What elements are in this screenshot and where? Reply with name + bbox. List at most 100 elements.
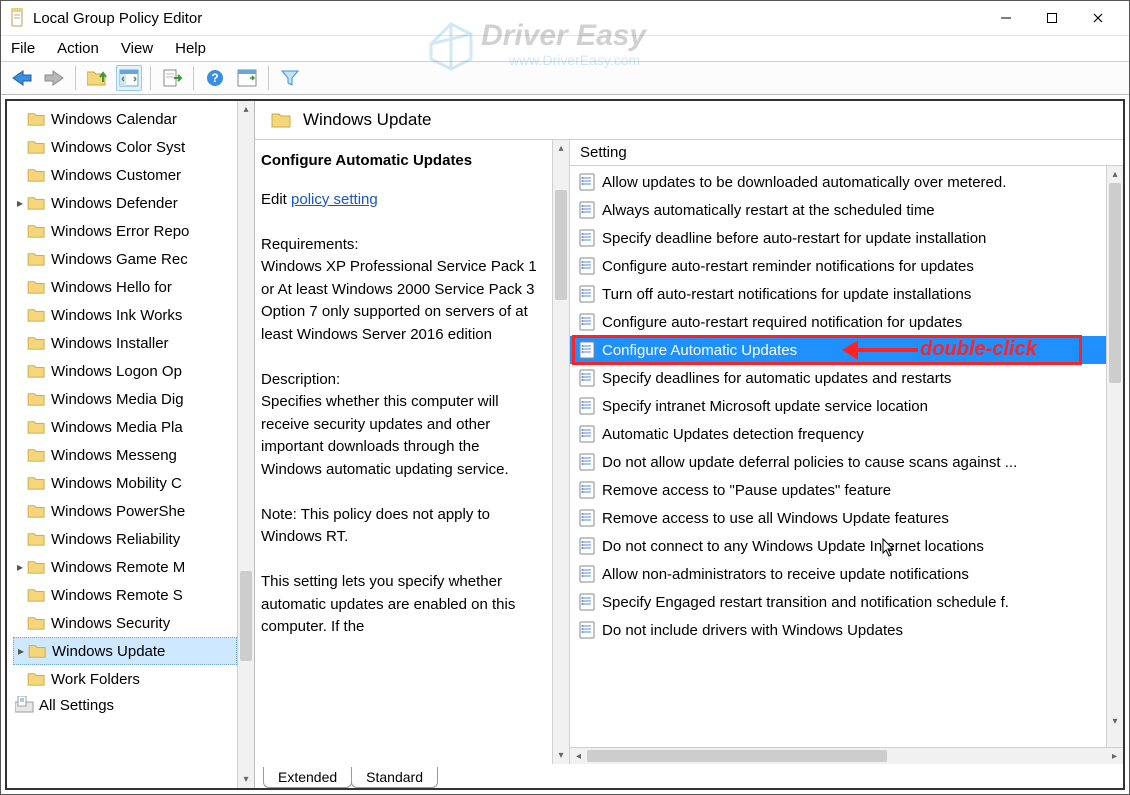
tab-standard[interactable]: Standard [351, 767, 438, 788]
tab-extended[interactable]: Extended [263, 767, 352, 788]
folder-icon [27, 531, 47, 547]
setting-item[interactable]: Remove access to use all Windows Update … [570, 504, 1106, 532]
setting-item[interactable]: Allow non-administrators to receive upda… [570, 560, 1106, 588]
all-settings[interactable]: All Settings [13, 693, 237, 717]
tree-item[interactable]: Windows Error Repo [13, 217, 237, 245]
policy-icon [578, 453, 596, 471]
setting-item[interactable]: Do not allow update deferral policies to… [570, 448, 1106, 476]
folder-icon [27, 111, 47, 127]
close-button[interactable] [1075, 3, 1121, 33]
settings-list[interactable]: Allow updates to be downloaded automatic… [570, 166, 1106, 747]
scroll-down-icon[interactable]: ▾ [238, 771, 254, 788]
back-button[interactable] [9, 65, 35, 91]
tree-item-label: Windows Remote M [51, 560, 185, 575]
tree-item[interactable]: Work Folders [13, 665, 237, 693]
tree-item[interactable]: Windows Media Dig [13, 385, 237, 413]
folder-tree[interactable]: Windows CalendarWindows Color SystWindow… [7, 101, 237, 788]
scroll-up-icon[interactable]: ▴ [238, 101, 254, 118]
scroll-thumb[interactable] [555, 190, 567, 300]
chevron-right-icon[interactable]: ▸ [13, 197, 27, 209]
setting-item[interactable]: Automatic Updates detection frequency [570, 420, 1106, 448]
tree-item[interactable]: Windows Installer [13, 329, 237, 357]
setting-item[interactable]: Turn off auto-restart notifications for … [570, 280, 1106, 308]
menu-action[interactable]: Action [57, 40, 99, 57]
forward-button[interactable] [41, 65, 67, 91]
settings-hscrollbar[interactable]: ◂ ▸ [570, 747, 1123, 764]
scroll-thumb[interactable] [587, 750, 887, 762]
setting-item[interactable]: Specify Engaged restart transition and n… [570, 588, 1106, 616]
filter-button[interactable] [277, 65, 303, 91]
settings-header[interactable]: Setting [570, 140, 1123, 166]
tree-item[interactable]: Windows Messeng [13, 441, 237, 469]
setting-item[interactable]: Allow updates to be downloaded automatic… [570, 168, 1106, 196]
tree-item-label: Work Folders [51, 672, 140, 687]
scroll-thumb[interactable] [1109, 183, 1121, 383]
tree-item[interactable]: Windows Remote S [13, 581, 237, 609]
setting-item[interactable]: Configure auto-restart required notifica… [570, 308, 1106, 336]
menu-file[interactable]: File [11, 40, 35, 57]
tree-item[interactable]: Windows Game Rec [13, 245, 237, 273]
setting-item[interactable]: Specify deadlines for automatic updates … [570, 364, 1106, 392]
setting-label: Specify intranet Microsoft update servic… [602, 398, 928, 415]
menu-view[interactable]: View [121, 40, 153, 57]
tree-item[interactable]: Windows Security [13, 609, 237, 637]
scroll-up-icon[interactable]: ▴ [1107, 166, 1123, 183]
policy-icon [578, 229, 596, 247]
up-button[interactable] [84, 65, 110, 91]
tree-item[interactable]: ▸Windows Update [13, 637, 237, 665]
folder-icon [27, 587, 47, 603]
maximize-button[interactable] [1029, 3, 1075, 33]
tree-item[interactable]: Windows PowerShe [13, 497, 237, 525]
tree-item[interactable]: Windows Customer [13, 161, 237, 189]
policy-icon [578, 509, 596, 527]
description-scrollbar[interactable]: ▴ ▾ [552, 140, 569, 764]
setting-label: Allow updates to be downloaded automatic… [602, 174, 1006, 191]
setting-item[interactable]: Remove access to "Pause updates" feature [570, 476, 1106, 504]
tree-scrollbar[interactable]: ▴ ▾ [237, 101, 254, 788]
tree-item[interactable]: Windows Hello for [13, 273, 237, 301]
scroll-down-icon[interactable]: ▾ [1107, 713, 1123, 730]
folder-icon [27, 363, 47, 379]
tree-item[interactable]: Windows Reliability [13, 525, 237, 553]
setting-item[interactable]: Specify intranet Microsoft update servic… [570, 392, 1106, 420]
setting-item[interactable]: Do not connect to any Windows Update Int… [570, 532, 1106, 560]
minimize-button[interactable] [983, 3, 1029, 33]
properties-button[interactable] [234, 65, 260, 91]
tree-item[interactable]: Windows Media Pla [13, 413, 237, 441]
tree-item-label: Windows Hello for [51, 280, 172, 295]
all-settings-icon [15, 696, 35, 714]
setting-item[interactable]: Configure auto-restart reminder notifica… [570, 252, 1106, 280]
chevron-right-icon[interactable]: ▸ [14, 645, 28, 657]
setting-item[interactable]: Specify deadline before auto-restart for… [570, 224, 1106, 252]
policy-icon [578, 481, 596, 499]
titlebar[interactable]: Local Group Policy Editor [1, 1, 1129, 35]
policy-title: Configure Automatic Updates [261, 150, 538, 173]
show-hide-tree-button[interactable] [116, 65, 142, 91]
chevron-right-icon[interactable]: ▸ [13, 561, 27, 573]
tree-item[interactable]: Windows Color Syst [13, 133, 237, 161]
tree-item[interactable]: Windows Ink Works [13, 301, 237, 329]
tree-item[interactable]: Windows Mobility C [13, 469, 237, 497]
setting-item[interactable]: Configure Automatic Updates [570, 336, 1106, 364]
setting-item[interactable]: Do not include drivers with Windows Upda… [570, 616, 1106, 644]
window-title: Local Group Policy Editor [33, 10, 983, 27]
setting-item[interactable]: Always automatically restart at the sche… [570, 196, 1106, 224]
scroll-down-icon[interactable]: ▾ [553, 747, 569, 764]
scroll-right-icon[interactable]: ▸ [1106, 751, 1123, 762]
edit-policy-link[interactable]: policy setting [291, 191, 378, 208]
setting-label: Always automatically restart at the sche… [602, 202, 935, 219]
folder-icon [27, 447, 47, 463]
policy-icon [578, 313, 596, 331]
export-list-button[interactable] [159, 65, 185, 91]
menu-help[interactable]: Help [175, 40, 206, 57]
tree-item[interactable]: Windows Logon Op [13, 357, 237, 385]
tree-item[interactable]: Windows Calendar [13, 105, 237, 133]
settings-scrollbar[interactable]: ▴ ▾ [1106, 166, 1123, 747]
scroll-left-icon[interactable]: ◂ [570, 751, 587, 762]
tree-item[interactable]: ▸Windows Defender [13, 189, 237, 217]
scroll-thumb[interactable] [240, 571, 252, 661]
help-button[interactable]: ? [202, 65, 228, 91]
requirements-body: Windows XP Professional Service Pack 1 o… [261, 256, 538, 346]
scroll-up-icon[interactable]: ▴ [553, 140, 569, 157]
tree-item[interactable]: ▸ Windows Remote M [13, 553, 237, 581]
